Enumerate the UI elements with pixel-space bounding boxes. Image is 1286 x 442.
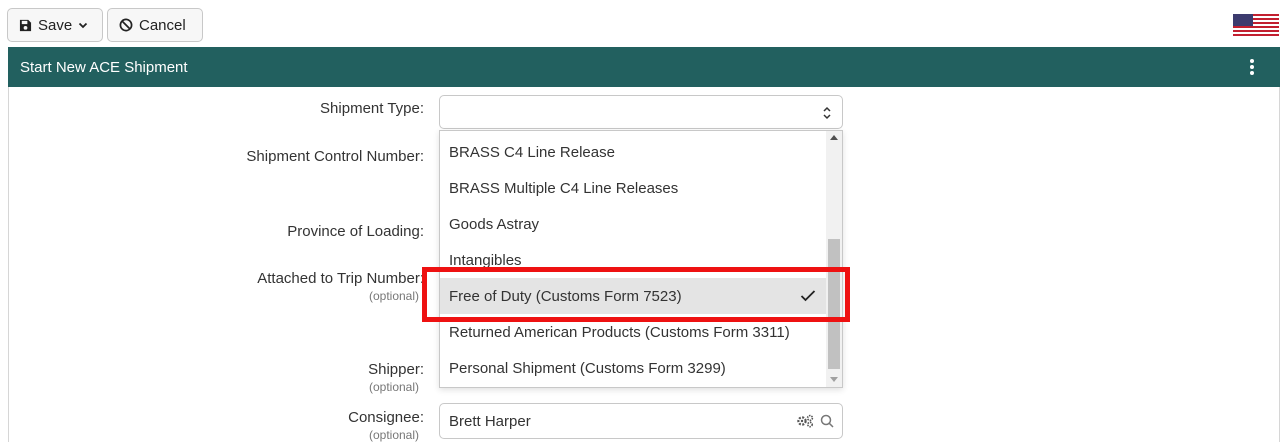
- dropdown-option-label: BRASS Multiple C4 Line Releases: [449, 179, 679, 197]
- province-label: Province of Loading:: [287, 223, 424, 240]
- select-arrows-icon: [822, 105, 832, 121]
- search-icon[interactable]: [820, 414, 834, 432]
- floppy-disk-icon: [19, 19, 32, 32]
- dropdown-option-label: Free of Duty (Customs Form 7523): [449, 287, 682, 305]
- dropdown-option[interactable]: BRASS Multiple C4 Line Releases: [440, 170, 826, 206]
- consignee-value: Brett Harper: [449, 412, 531, 430]
- consignee-input[interactable]: Brett Harper: [439, 403, 843, 439]
- dropdown-option[interactable]: Personal Shipment (Customs Form 3299): [440, 350, 826, 386]
- shipper-optional: (optional): [368, 380, 419, 394]
- checkmark-icon: [800, 289, 816, 306]
- shipper-label: Shipper:: [368, 361, 424, 378]
- dropdown-option[interactable]: Intangibles: [440, 242, 826, 278]
- toolbar: Save Cancel: [0, 0, 1286, 47]
- cancel-button[interactable]: Cancel: [107, 8, 203, 42]
- dropdown-option-label: Personal Shipment (Customs Form 3299): [449, 359, 726, 377]
- us-flag-icon[interactable]: [1233, 14, 1279, 38]
- cancel-button-label: Cancel: [139, 16, 186, 34]
- consignee-label: Consignee:: [348, 409, 424, 426]
- shipment-type-select[interactable]: [439, 95, 843, 129]
- dropdown-option-selected[interactable]: Free of Duty (Customs Form 7523): [440, 278, 826, 314]
- dropdown-option-label: Returned American Products (Customs Form…: [449, 323, 790, 341]
- vertical-ellipsis-icon[interactable]: [1248, 59, 1256, 75]
- attached-trip-optional: (optional): [368, 289, 419, 303]
- gears-icon[interactable]: [796, 414, 814, 432]
- save-button[interactable]: Save: [7, 8, 103, 42]
- scroll-down-arrow-icon[interactable]: [830, 377, 838, 382]
- dropdown-option[interactable]: BRASS C4 Line Release: [440, 134, 826, 170]
- scroll-up-arrow-icon[interactable]: [830, 135, 838, 140]
- shipment-type-label: Shipment Type:: [320, 100, 424, 117]
- shipment-control-label: Shipment Control Number:: [246, 148, 424, 165]
- panel-header: Start New ACE Shipment: [8, 47, 1280, 87]
- ban-icon: [119, 18, 133, 32]
- panel-title: Start New ACE Shipment: [20, 58, 188, 76]
- save-button-label: Save: [38, 16, 73, 34]
- shipment-type-dropdown[interactable]: BRASS C4 Line Release BRASS Multiple C4 …: [439, 130, 843, 388]
- dropdown-option-label: Goods Astray: [449, 215, 540, 233]
- scrollbar-thumb[interactable]: [828, 239, 840, 369]
- attached-trip-label: Attached to Trip Number:: [257, 270, 424, 287]
- dropdown-option-label: BRASS C4 Line Release: [449, 143, 615, 161]
- consignee-optional: (optional): [368, 428, 419, 442]
- dropdown-scrollbar[interactable]: [826, 131, 842, 387]
- dropdown-option-label: Intangibles: [449, 251, 522, 269]
- chevron-down-icon: [78, 20, 88, 30]
- dropdown-option[interactable]: Goods Astray: [440, 206, 826, 242]
- dropdown-option[interactable]: Returned American Products (Customs Form…: [440, 314, 826, 350]
